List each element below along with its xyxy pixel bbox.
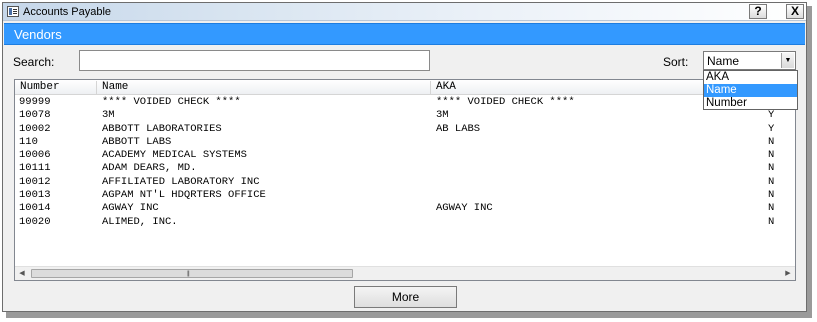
scroll-left-arrow-icon[interactable]: ◀ — [15, 267, 29, 280]
cell-number: 10078 — [19, 109, 51, 122]
sort-label: Sort: — [663, 55, 689, 69]
scroll-right-arrow-icon[interactable]: ▶ — [781, 267, 795, 280]
cell-flag: N — [768, 215, 775, 228]
cell-name: ACADEMY MEDICAL SYSTEMS — [102, 149, 247, 162]
table-row[interactable]: 99999 **** VOIDED CHECK **** **** VOIDED C… — [15, 96, 795, 109]
cell-name: ADAM DEARS, MD. — [102, 162, 197, 175]
page-title: Vendors — [14, 27, 62, 42]
sort-selected-value: Name — [707, 54, 740, 68]
vendor-rows: 99999 **** VOIDED CHECK **** **** VOIDED C… — [15, 96, 795, 229]
cell-flag: N — [768, 149, 775, 162]
vendor-list[interactable]: Number Name AKA 99999 **** VOIDED CHECK *… — [14, 79, 796, 281]
table-row[interactable]: 10012 AFFILIATED LABORATORY INC N — [15, 176, 795, 189]
column-header-name[interactable]: Name — [97, 81, 431, 94]
cell-flag: Y — [768, 122, 775, 135]
cell-name: AFFILIATED LABORATORY INC — [102, 175, 260, 188]
cell-flag: N — [768, 189, 775, 202]
cell-name: 3M — [102, 109, 115, 122]
cell-number: 10012 — [19, 175, 51, 188]
close-button[interactable]: X — [786, 4, 804, 19]
cell-aka: AB LABS — [436, 122, 481, 135]
accounts-payable-window: Accounts Payable ? X Vendors Search: Sor… — [2, 2, 807, 312]
scroll-thumb[interactable]: ||| — [31, 269, 353, 278]
grip-icon: ||| — [187, 271, 190, 277]
table-row[interactable]: 10006 ACADEMY MEDICAL SYSTEMS N — [15, 149, 795, 162]
sort-option-aka[interactable]: AKA — [704, 71, 797, 84]
table-row[interactable]: 10002 ABBOTT LABORATORIES AB LABS Y — [15, 123, 795, 136]
column-header-number[interactable]: Number — [15, 81, 97, 94]
horizontal-scrollbar[interactable]: ◀ ||| ▶ — [15, 266, 795, 280]
cell-name: AGWAY INC — [102, 202, 159, 215]
cell-number: 10111 — [19, 162, 51, 175]
more-button[interactable]: More — [354, 286, 457, 308]
cell-aka: 3M — [436, 109, 449, 122]
sort-option-number[interactable]: Number — [704, 97, 797, 110]
cell-number: 99999 — [19, 96, 51, 108]
table-row[interactable]: 10014 AGWAY INC AGWAY INC N — [15, 202, 795, 215]
window-title: Accounts Payable — [23, 6, 112, 18]
cell-name: ALIMED, INC. — [102, 215, 178, 228]
cell-number: 10014 — [19, 202, 51, 215]
cell-flag: N — [768, 202, 775, 215]
cell-flag: N — [768, 135, 775, 148]
app-icon — [7, 6, 19, 17]
title-bar[interactable]: Accounts Payable ? X — [3, 3, 806, 21]
cell-aka: AGWAY INC — [436, 202, 493, 215]
cell-number: 10002 — [19, 122, 51, 135]
help-button[interactable]: ? — [749, 4, 767, 19]
cell-flag: N — [768, 162, 775, 175]
cell-flag: N — [768, 175, 775, 188]
cell-flag: Y — [768, 109, 775, 122]
cell-number: 10006 — [19, 149, 51, 162]
table-row[interactable]: 10020 ALIMED, INC. N — [15, 216, 795, 229]
table-row[interactable]: 10111 ADAM DEARS, MD. N — [15, 162, 795, 175]
list-header: Number Name AKA — [15, 80, 795, 95]
cell-name: ABBOTT LABS — [102, 135, 172, 148]
cell-aka: **** VOIDED CHECK **** — [436, 96, 575, 108]
sort-dropdown-list[interactable]: AKA Name Number — [703, 70, 798, 110]
cell-name: AGPAM NT'L HDQRTERS OFFICE — [102, 189, 266, 202]
sort-option-name[interactable]: Name — [704, 84, 797, 97]
table-row[interactable]: 10078 3M 3M Y — [15, 109, 795, 122]
search-label: Search: — [13, 55, 55, 69]
search-input[interactable] — [79, 50, 430, 71]
sort-select[interactable]: Name ▼ — [703, 51, 796, 70]
cell-number: 10013 — [19, 189, 51, 202]
cell-number: 110 — [19, 135, 38, 148]
cell-name: ABBOTT LABORATORIES — [102, 122, 222, 135]
vendors-header: Vendors — [4, 23, 805, 45]
cell-name: **** VOIDED CHECK **** — [102, 96, 241, 108]
table-row[interactable]: 10013 AGPAM NT'L HDQRTERS OFFICE N — [15, 189, 795, 202]
cell-number: 10020 — [19, 215, 51, 228]
table-row[interactable]: 110 ABBOTT LABS N — [15, 136, 795, 149]
chevron-down-icon[interactable]: ▼ — [781, 53, 794, 68]
